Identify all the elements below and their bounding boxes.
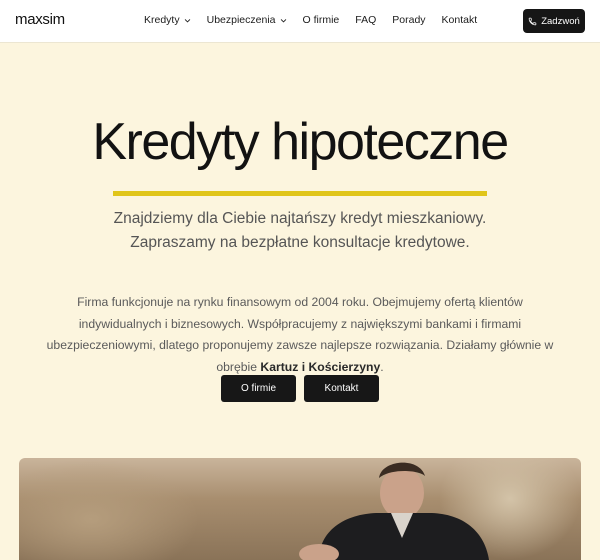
subtitle-line: Znajdziemy dla Ciebie najtańszy kredyt m… [113, 210, 487, 227]
title-underline [113, 191, 487, 196]
phone-icon [528, 17, 537, 25]
chevron-down-icon [184, 18, 190, 23]
description-end: . [380, 359, 384, 374]
hero-description: Firma funkcjonuje na rynku finansowym od… [35, 292, 565, 378]
person-photo [299, 462, 489, 560]
logo[interactable]: maxsim [15, 11, 65, 28]
hero-photo [19, 458, 581, 560]
chevron-down-icon [280, 18, 286, 23]
nav-item-kontakt[interactable]: Kontakt [442, 14, 478, 26]
nav-item-ubezpieczenia[interactable]: Ubezpieczenia [207, 14, 287, 26]
nav-label: Kontakt [441, 14, 478, 26]
site-header: maxsim Kredyty Ubezpieczenia O firmie FA… [0, 0, 600, 43]
about-button[interactable]: O firmie [221, 375, 296, 402]
nav-item-kredyty[interactable]: Kredyty [144, 14, 191, 26]
nav-label: Kredyty [144, 14, 180, 26]
nav-label: Porady [392, 14, 426, 26]
hero-subtitle: Znajdziemy dla Ciebie najtańszy kredyt m… [0, 207, 600, 255]
call-button-label: Zadzwoń [541, 15, 580, 27]
contact-button[interactable]: Kontakt [304, 375, 379, 402]
nav-item-porady[interactable]: Porady [392, 14, 425, 26]
nav-label: Ubezpieczenia [206, 14, 276, 26]
subtitle-line: Zapraszamy na bezpłatne konsultacje kred… [130, 234, 470, 251]
page-title: Kredyty hipoteczne [92, 113, 509, 171]
nav-item-faq[interactable]: FAQ [355, 14, 376, 26]
nav-label: O firmie [302, 14, 340, 26]
call-button[interactable]: Zadzwoń [523, 9, 585, 33]
main-nav: Kredyty Ubezpieczenia O firmie FAQ Porad… [144, 14, 493, 26]
nav-label: FAQ [355, 14, 377, 26]
nav-item-o-firmie[interactable]: O firmie [303, 14, 340, 26]
description-location: Kartuz i Kościerzyny [260, 359, 381, 374]
